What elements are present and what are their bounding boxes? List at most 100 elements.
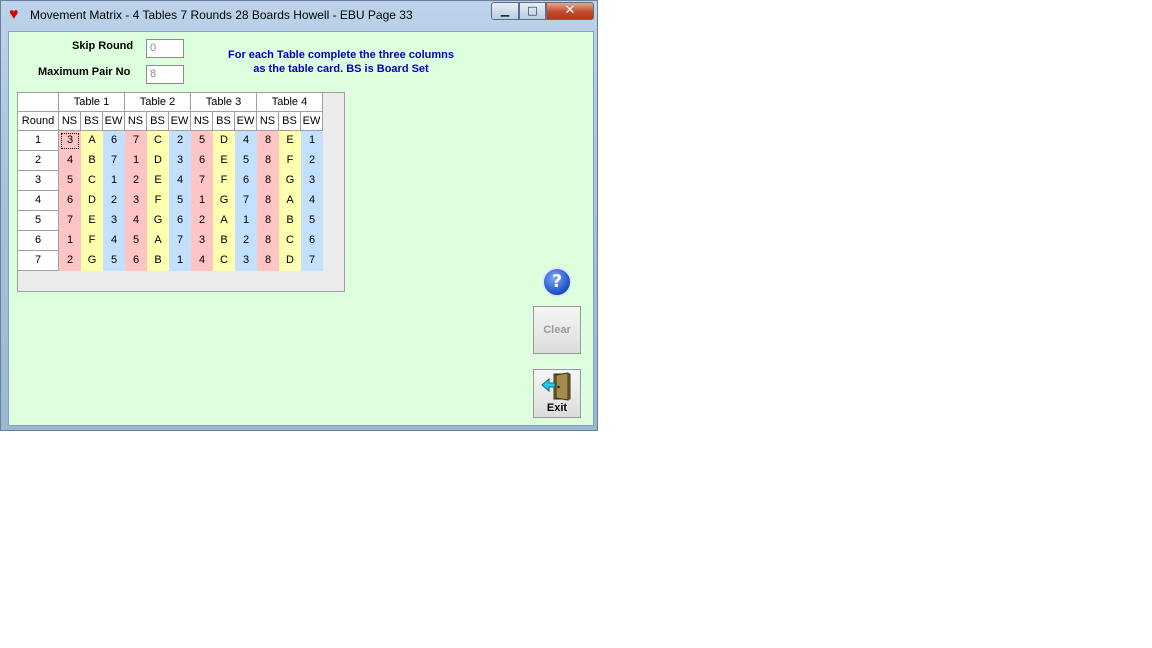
matrix-cell[interactable]: 1: [191, 191, 213, 211]
exit-button[interactable]: Exit: [533, 369, 581, 418]
matrix-cell[interactable]: C: [147, 131, 169, 151]
matrix-cell[interactable]: 1: [125, 151, 147, 171]
matrix-cell[interactable]: E: [147, 171, 169, 191]
matrix-cell[interactable]: G: [213, 191, 235, 211]
matrix-cell[interactable]: 7: [125, 131, 147, 151]
matrix-cell[interactable]: 5: [169, 191, 191, 211]
matrix-cell[interactable]: 4: [235, 131, 257, 151]
minimize-button[interactable]: ▁: [491, 2, 519, 20]
matrix-cell[interactable]: 8: [257, 251, 279, 271]
matrix-cell[interactable]: 8: [257, 211, 279, 231]
matrix-cell[interactable]: D: [279, 251, 301, 271]
matrix-cell[interactable]: 8: [257, 151, 279, 171]
matrix-cell[interactable]: B: [81, 151, 103, 171]
matrix-cell[interactable]: 7: [103, 151, 125, 171]
matrix-cell[interactable]: 3: [125, 191, 147, 211]
round-row-header: 6: [18, 231, 59, 251]
matrix-cell[interactable]: A: [81, 131, 103, 151]
matrix-cell[interactable]: 2: [169, 131, 191, 151]
matrix-cell[interactable]: 2: [59, 251, 81, 271]
matrix-cell[interactable]: 2: [191, 211, 213, 231]
close-button[interactable]: ✕: [546, 2, 594, 20]
help-icon[interactable]: ?: [542, 267, 572, 297]
matrix-cell[interactable]: 5: [191, 131, 213, 151]
matrix-cell[interactable]: 5: [235, 151, 257, 171]
matrix-cell[interactable]: 1: [301, 131, 323, 151]
matrix-cell[interactable]: 3: [191, 231, 213, 251]
clear-button[interactable]: Clear: [533, 306, 581, 354]
matrix-cell[interactable]: 2: [235, 231, 257, 251]
matrix-cell[interactable]: 1: [235, 211, 257, 231]
matrix-cell[interactable]: 8: [257, 131, 279, 151]
matrix-cell[interactable]: F: [279, 151, 301, 171]
matrix-cell[interactable]: 8: [257, 231, 279, 251]
matrix-cell[interactable]: F: [147, 191, 169, 211]
matrix-cell[interactable]: 4: [103, 231, 125, 251]
title-bar[interactable]: ♥ Movement Matrix - 4 Tables 7 Rounds 28…: [1, 1, 599, 29]
matrix-cell[interactable]: D: [81, 191, 103, 211]
matrix-cell[interactable]: 2: [301, 151, 323, 171]
matrix-cell[interactable]: 7: [301, 251, 323, 271]
matrix-cell[interactable]: 4: [191, 251, 213, 271]
note-line-2: as the table card. BS is Board Set: [253, 63, 429, 75]
matrix-cell[interactable]: 5: [125, 231, 147, 251]
matrix-cell[interactable]: D: [213, 131, 235, 151]
matrix-cell[interactable]: B: [147, 251, 169, 271]
matrix-cell[interactable]: C: [213, 251, 235, 271]
matrix-cell[interactable]: B: [279, 211, 301, 231]
matrix-cell[interactable]: E: [279, 131, 301, 151]
matrix-cell[interactable]: 3: [59, 131, 81, 151]
subcolumn-header-bs: BS: [81, 112, 103, 131]
matrix-cell[interactable]: F: [81, 231, 103, 251]
matrix-cell[interactable]: 3: [103, 211, 125, 231]
matrix-cell[interactable]: 4: [169, 171, 191, 191]
matrix-cell[interactable]: 6: [125, 251, 147, 271]
matrix-cell[interactable]: 7: [191, 171, 213, 191]
matrix-cell[interactable]: A: [213, 211, 235, 231]
round-row-header: 5: [18, 211, 59, 231]
skip-round-input[interactable]: 0: [146, 39, 184, 58]
matrix-cell[interactable]: 6: [59, 191, 81, 211]
matrix-cell[interactable]: 7: [235, 191, 257, 211]
matrix-cell[interactable]: 3: [169, 151, 191, 171]
matrix-cell[interactable]: 6: [103, 131, 125, 151]
max-pair-input[interactable]: 8: [146, 65, 184, 84]
exit-label: Exit: [546, 402, 568, 414]
matrix-cell[interactable]: A: [147, 231, 169, 251]
matrix-cell[interactable]: 8: [257, 171, 279, 191]
movement-matrix-grid[interactable]: Round Table 1 NS BS EW Table 2 NS BS EW Table 3 NS…: [17, 92, 345, 292]
matrix-cell[interactable]: G: [81, 251, 103, 271]
matrix-cell[interactable]: 3: [235, 251, 257, 271]
matrix-cell[interactable]: 6: [169, 211, 191, 231]
matrix-cell[interactable]: C: [279, 231, 301, 251]
matrix-cell[interactable]: 1: [103, 171, 125, 191]
matrix-cell[interactable]: 5: [103, 251, 125, 271]
matrix-cell[interactable]: 1: [169, 251, 191, 271]
maximize-button[interactable]: □: [519, 2, 546, 20]
matrix-cell[interactable]: 1: [59, 231, 81, 251]
subcolumn-header-bs: BS: [213, 112, 235, 131]
matrix-cell[interactable]: 7: [59, 211, 81, 231]
matrix-cell[interactable]: E: [81, 211, 103, 231]
matrix-cell[interactable]: 6: [191, 151, 213, 171]
matrix-cell[interactable]: 4: [301, 191, 323, 211]
matrix-cell[interactable]: 4: [59, 151, 81, 171]
matrix-cell[interactable]: 7: [169, 231, 191, 251]
matrix-cell[interactable]: E: [213, 151, 235, 171]
matrix-cell[interactable]: B: [213, 231, 235, 251]
matrix-cell[interactable]: 4: [125, 211, 147, 231]
matrix-cell[interactable]: D: [147, 151, 169, 171]
matrix-cell[interactable]: F: [213, 171, 235, 191]
matrix-cell[interactable]: A: [279, 191, 301, 211]
matrix-cell[interactable]: C: [81, 171, 103, 191]
matrix-cell[interactable]: G: [147, 211, 169, 231]
matrix-cell[interactable]: 6: [235, 171, 257, 191]
matrix-cell[interactable]: 6: [301, 231, 323, 251]
matrix-cell[interactable]: 5: [301, 211, 323, 231]
matrix-cell[interactable]: 2: [103, 191, 125, 211]
matrix-cell[interactable]: 3: [301, 171, 323, 191]
matrix-cell[interactable]: G: [279, 171, 301, 191]
matrix-cell[interactable]: 5: [59, 171, 81, 191]
matrix-cell[interactable]: 8: [257, 191, 279, 211]
matrix-cell[interactable]: 2: [125, 171, 147, 191]
